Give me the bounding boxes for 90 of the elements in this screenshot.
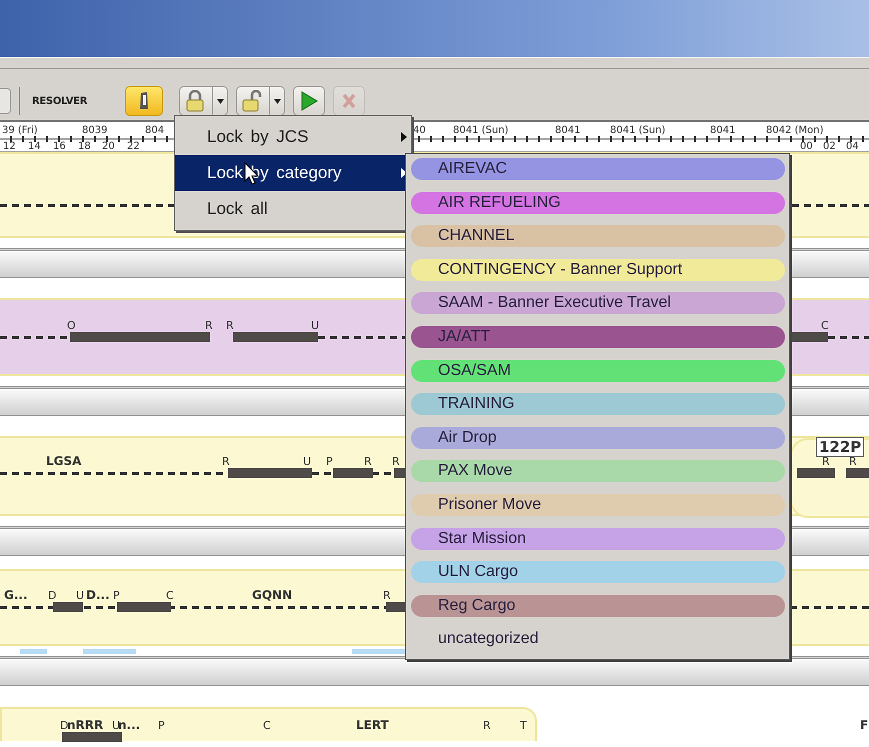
padlock-icon — [184, 90, 206, 112]
event-label: U — [112, 719, 120, 732]
category-item[interactable]: CHANNEL — [411, 225, 785, 248]
event-label: P — [113, 589, 120, 602]
mission-bar — [394, 468, 405, 478]
site-label: n... — [118, 718, 140, 732]
event-label: T — [520, 719, 527, 732]
site-label: LERT — [356, 718, 389, 732]
event-label: R — [849, 455, 857, 468]
menu-item[interactable]: Lock by JCS — [175, 119, 411, 155]
hour-label: 18 — [78, 141, 91, 152]
submenu-arrow-icon — [401, 132, 407, 142]
mission-bar — [846, 468, 869, 478]
event-label: R — [383, 589, 391, 602]
date-label: 804 — [145, 125, 164, 136]
category-item[interactable]: SAAM - Banner Executive Travel — [411, 292, 785, 314]
open-padlock-icon — [241, 90, 264, 112]
event-label: U — [303, 455, 312, 468]
mission-bar — [333, 468, 373, 478]
date-label: 8039 — [82, 125, 108, 136]
play-icon — [300, 91, 318, 111]
mission-bar — [117, 602, 171, 612]
play-button[interactable] — [293, 86, 326, 116]
date-label: 8041 — [710, 125, 736, 136]
event-label: P — [326, 455, 333, 468]
category-item[interactable]: ULN Cargo — [411, 561, 785, 584]
event-label: O — [67, 319, 76, 332]
site-label: G... — [4, 588, 28, 602]
mission-bar — [62, 732, 122, 742]
status-bar-mark — [83, 649, 136, 654]
date-label: 8041 (Sun) — [453, 125, 508, 136]
event-label: R — [222, 455, 230, 468]
resolver-button[interactable] — [125, 86, 164, 116]
mission-bar — [386, 602, 405, 612]
event-label: R — [822, 455, 830, 468]
mission-bar — [797, 468, 835, 478]
hour-label: 12 — [3, 141, 16, 152]
event-label: D — [48, 589, 56, 602]
lock-button[interactable] — [179, 86, 228, 116]
event-label: R — [392, 455, 400, 468]
hour-label: 20 — [102, 141, 115, 152]
event-label: R — [205, 319, 213, 332]
cross-icon — [341, 92, 358, 110]
site-label: nRRR — [67, 718, 104, 732]
category-item[interactable]: AIR REFUELING — [411, 192, 785, 214]
resolver-label: RESOLVER — [32, 96, 88, 106]
mission-bar — [790, 332, 828, 342]
category-item[interactable]: Reg Cargo — [411, 594, 785, 617]
date-label: 8041 — [555, 125, 580, 136]
date-label: 39 (Fri) — [2, 125, 38, 136]
event-label: U — [311, 319, 320, 332]
submenu-arrow-icon — [401, 168, 407, 178]
date-label: 40 — [413, 125, 426, 136]
status-bar-mark — [20, 649, 47, 654]
hour-label: 04 — [846, 141, 859, 152]
site-label: D... — [86, 588, 110, 602]
tail-number: 122P — [816, 437, 864, 457]
category-item[interactable]: uncategorized — [411, 628, 785, 650]
category-item[interactable]: CONTINGENCY - Banner Support — [411, 258, 785, 281]
hour-label: 14 — [28, 141, 41, 152]
hour-label: 00 — [800, 141, 813, 152]
event-label: R — [364, 455, 372, 468]
category-item[interactable]: Prisoner Move — [411, 494, 785, 516]
category-item[interactable]: TRAINING — [411, 393, 785, 416]
event-label: C — [821, 319, 829, 332]
site-label: GQNN — [252, 588, 292, 602]
date-label: 8041 (Sun) — [610, 125, 666, 136]
event-label: D — [60, 719, 68, 732]
category-item[interactable]: AIREVAC — [411, 158, 785, 180]
event-label: R — [226, 319, 234, 332]
hour-label: 22 — [127, 141, 140, 152]
date-label: 8042 (Mon) — [766, 125, 824, 136]
category-item[interactable]: PAX Move — [411, 460, 785, 482]
event-label: R — [483, 719, 491, 732]
hour-label: 16 — [53, 141, 66, 152]
event-label: C — [166, 589, 174, 602]
caret-icon — [274, 98, 281, 104]
status-bar-mark — [352, 649, 405, 654]
hour-label: 02 — [823, 141, 836, 152]
caret-icon — [216, 98, 224, 104]
unlock-button[interactable] — [236, 86, 286, 116]
site-label: LGSA — [46, 454, 82, 468]
event-label: C — [263, 719, 271, 732]
category-item[interactable]: Air Drop — [411, 426, 785, 449]
category-item[interactable]: OSA/SAM — [411, 360, 785, 382]
mission-bar — [53, 602, 83, 612]
site-label: F — [860, 718, 868, 732]
event-label: U — [76, 589, 84, 602]
event-label: P — [158, 719, 165, 732]
category-item[interactable]: Star Mission — [411, 528, 785, 550]
